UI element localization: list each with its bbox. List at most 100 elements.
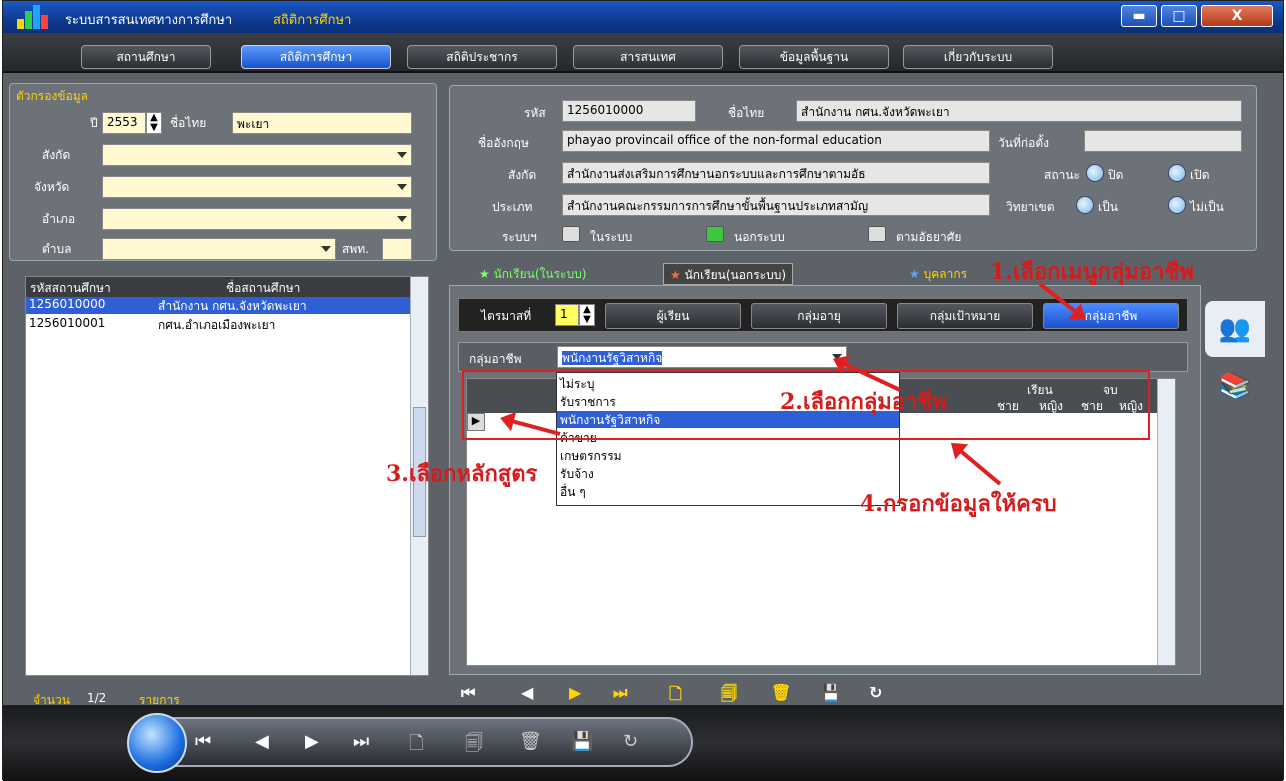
nav-tab-schools[interactable]: สถานศึกษา <box>81 45 211 69</box>
year-input[interactable]: 2553 <box>102 112 146 134</box>
star-icon: ★ <box>909 267 920 281</box>
maximize-button[interactable]: □ <box>1161 5 1197 27</box>
nav-tab-about[interactable]: เกี่ยวกับระบบ <box>903 45 1053 69</box>
affil-field[interactable]: สำนักงานส่งเสริมการศึกษานอกระบบและการศึก… <box>562 162 990 184</box>
filter-panel: ตัวกรองข้อมูล ปี 2553 ▲ ▼ ชื่อไทย พะเยา ส… <box>9 83 437 261</box>
tab-students-out[interactable]: ★ นักเรียน(นอกระบบ) <box>663 263 794 285</box>
bottom-bar: ⏮ ◀ ▶ ⏭ 🗋 🗐 🗑 💾 ↻ <box>3 705 1283 781</box>
prev-record-icon[interactable]: ◀ <box>521 683 533 702</box>
last-record-icon[interactable]: ⏭ <box>613 683 627 703</box>
target-group-button[interactable]: กลุ่มเป้าหมาย <box>897 303 1033 329</box>
career-bar: กลุ่มอาชีพ พนักงานรัฐวิสาหกิจ <box>458 342 1188 372</box>
quarter-label: ไตรมาสที่ <box>481 309 532 323</box>
list-item[interactable]: 1256010000 สำนักงาน กศน.จังหวัดพะเยา <box>26 297 410 314</box>
refresh-icon[interactable]: ↻ <box>623 731 638 752</box>
nav-tab-population[interactable]: สถิติประชากร <box>407 45 557 69</box>
thai-field[interactable]: สำนักงาน กศน.จังหวัดพะเยา <box>796 100 1242 122</box>
subdistrict-select[interactable] <box>102 238 336 260</box>
people-icon[interactable]: 👥 <box>1205 301 1265 357</box>
status-open-radio[interactable] <box>1168 164 1186 182</box>
career-option[interactable]: เกษตรกรรม <box>557 447 899 464</box>
minimize-button[interactable]: ▬ <box>1121 5 1157 27</box>
tab-personnel[interactable]: ★ บุคลากร <box>909 265 967 287</box>
search-icon[interactable] <box>127 713 187 773</box>
annotation-step-3: 3.เลือกหลักสูตร <box>386 461 538 487</box>
quarter-spinner[interactable]: ▲ ▼ <box>579 304 595 326</box>
status-label: สถานะ <box>1044 168 1080 182</box>
code-label: รหัส <box>524 106 546 120</box>
career-option[interactable]: รับจ้าง <box>557 465 899 482</box>
sys-in-checkbox[interactable] <box>562 226 580 242</box>
campus-yes-label: เป็น <box>1098 200 1118 214</box>
nav-tab-statistics[interactable]: สถิติการศึกษา <box>241 45 391 69</box>
thai-label: ชื่อไทย <box>728 106 765 120</box>
list-header: รหัสสถานศึกษา ชื่อสถานศึกษา <box>26 277 410 297</box>
first-record-icon[interactable]: ⏮ <box>195 731 211 752</box>
delete-record-icon[interactable]: 🗑 <box>519 731 542 752</box>
filter-title: ตัวกรองข้อมูล <box>16 89 88 103</box>
eng-field[interactable]: phayao provincail office of the non-form… <box>562 130 990 152</box>
book-icon[interactable]: 📚 <box>1215 371 1255 411</box>
thai-name-label: ชื่อไทย <box>170 116 207 130</box>
save-record-icon[interactable]: 💾 <box>571 731 593 752</box>
chevron-down-icon <box>397 152 407 158</box>
code-field[interactable]: 1256010000 <box>562 100 696 122</box>
new-record-icon[interactable]: 🗋 <box>409 731 423 761</box>
delete-record-icon[interactable]: 🗑 <box>771 683 791 702</box>
campus-no-radio[interactable] <box>1168 196 1186 214</box>
next-record-icon[interactable]: ▶ <box>569 683 581 702</box>
learners-button[interactable]: ผู้เรียน <box>605 303 741 329</box>
last-record-icon[interactable]: ⏭ <box>353 731 369 752</box>
tab-students-in-label: นักเรียน(ในระบบ) <box>493 267 587 281</box>
copy-record-icon[interactable]: 🗐 <box>465 731 483 761</box>
type-label: ประเภท <box>492 200 533 214</box>
career-select[interactable]: พนักงานรัฐวิสาหกิจ <box>557 346 847 368</box>
school-name: กศน.อำเภอเมืองพะเยา <box>158 318 276 332</box>
district-label: อำเภอ <box>42 212 76 226</box>
year-spinner[interactable]: ▲ ▼ <box>146 112 162 134</box>
age-group-button[interactable]: กลุ่มอายุ <box>751 303 887 329</box>
annotation-step-1: 1.เลือกเมนูกลุ่มอาชีพ <box>990 259 1194 285</box>
affil-label: สังกัด <box>42 148 71 162</box>
col-name-header: ชื่อสถานศึกษา <box>226 281 301 295</box>
quarter-input[interactable]: 1 <box>555 304 579 326</box>
nav-tab-information[interactable]: สารสนเทศ <box>573 45 723 69</box>
refresh-icon[interactable]: ↻ <box>869 683 882 702</box>
grid-scrollbar[interactable] <box>1157 379 1175 665</box>
career-label: กลุ่มอาชีพ <box>469 352 522 366</box>
career-group-button[interactable]: กลุ่มอาชีพ <box>1043 303 1179 329</box>
sys-in-label: ในระบบ <box>590 230 633 244</box>
first-record-icon[interactable]: ⏮ <box>461 683 475 703</box>
chevron-down-icon <box>397 184 407 190</box>
type-field[interactable]: สำนักงานคณะกรรมการการศึกษาขั้นพื้นฐานประ… <box>562 194 990 216</box>
thai-name-input[interactable]: พะเยา <box>232 112 412 134</box>
main-nav: สถานศึกษา สถิติการศึกษา สถิติประชากร สาร… <box>3 33 1283 73</box>
campus-yes-radio[interactable] <box>1076 196 1094 214</box>
career-option[interactable]: อื่น ๆ <box>557 483 899 500</box>
tab-students-out-label: นักเรียน(นอกระบบ) <box>684 268 787 282</box>
sys-out-checkbox[interactable] <box>706 226 724 242</box>
nav-tab-basic-data[interactable]: ข้อมูลพื้นฐาน <box>739 45 889 69</box>
chevron-down-icon <box>397 216 407 222</box>
close-button[interactable]: X <box>1201 5 1273 27</box>
province-select[interactable] <box>102 176 412 198</box>
chevron-down-icon <box>321 246 331 252</box>
founded-field[interactable] <box>1084 130 1242 152</box>
system-label: ระบบฯ <box>502 230 537 244</box>
district-select[interactable] <box>102 208 412 230</box>
prev-record-icon[interactable]: ◀ <box>255 731 269 752</box>
sys-opt-checkbox[interactable] <box>868 226 886 242</box>
next-record-icon[interactable]: ▶ <box>305 731 319 752</box>
spt-label: สพท. <box>342 242 369 256</box>
affil-select[interactable] <box>102 144 412 166</box>
status-open-label: เปิด <box>1190 168 1210 182</box>
school-list: รหัสสถานศึกษา ชื่อสถานศึกษา 1256010000 ส… <box>25 276 429 676</box>
save-record-icon[interactable]: 💾 <box>821 683 841 702</box>
eng-label: ชื่ออังกฤษ <box>478 136 529 150</box>
sys-opt-label: ตามอัธยาศัย <box>896 230 962 244</box>
spt-input[interactable] <box>382 238 412 260</box>
list-item[interactable]: 1256010001 กศน.อำเภอเมืองพะเยา <box>26 316 410 333</box>
tab-students-in[interactable]: ★ นักเรียน(ในระบบ) <box>479 265 586 287</box>
status-closed-radio[interactable] <box>1086 164 1104 182</box>
status-closed-label: ปิด <box>1108 168 1124 182</box>
